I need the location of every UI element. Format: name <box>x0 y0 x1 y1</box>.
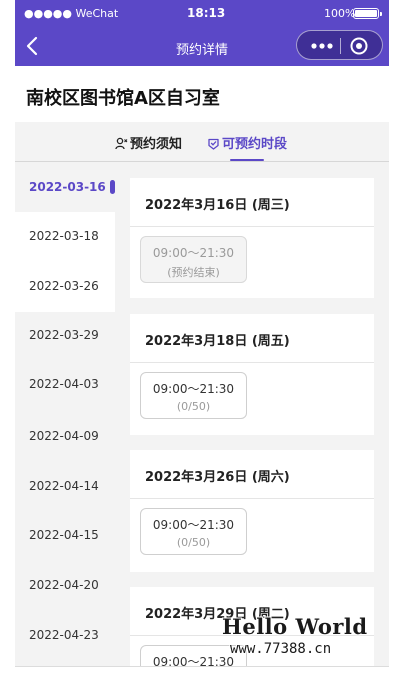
day-card: 2022年3月16日 (周三) 09:00～21:30 (预约结束) <box>130 178 374 298</box>
date-label: 2022-04-15 <box>29 528 99 542</box>
divider <box>130 226 374 227</box>
carrier-label: ●●●●● WeChat <box>24 7 119 20</box>
capsule-divider <box>340 38 341 54</box>
divider <box>130 498 374 499</box>
user-icon <box>115 137 128 150</box>
room-title: 南校区图书馆A区自习室 <box>26 88 220 109</box>
date-label: 2022-03-18 <box>29 229 99 243</box>
target-close-icon[interactable] <box>349 36 369 56</box>
date-item[interactable]: 2022-04-14 <box>15 468 115 504</box>
date-item[interactable]: 2022-04-20 <box>15 567 115 603</box>
date-label: 2022-03-16 <box>29 180 106 194</box>
slot-time: 09:00～21:30 <box>152 246 235 260</box>
slot-list: 2022年3月16日 (周三) 09:00～21:30 (预约结束) 2022年… <box>115 162 389 666</box>
time-slot[interactable]: 09:00～21:30 <box>140 645 247 666</box>
tab-notice-label: 预约须知 <box>130 137 183 152</box>
date-label: 2022-04-09 <box>29 429 99 443</box>
date-item[interactable]: 2022-04-03 <box>15 366 115 402</box>
date-sidebar: 2022-03-16 2022-03-18 2022-03-26 2022-03… <box>15 162 115 666</box>
date-label: 2022-04-20 <box>29 578 99 592</box>
date-item[interactable]: 2022-04-23 <box>15 617 115 653</box>
tab-bar: 预约须知 可预约时段 <box>15 122 389 162</box>
divider <box>130 635 374 636</box>
date-label: 2022-04-14 <box>29 479 99 493</box>
more-dots-icon[interactable] <box>309 40 335 52</box>
battery-icon <box>353 8 382 19</box>
date-item[interactable]: 2022-03-29 <box>15 317 115 353</box>
date-item[interactable]: 2022-04-15 <box>15 517 115 553</box>
app-header: ●●●●● WeChat 18:13 100% 预约详情 <box>15 0 389 66</box>
tab-slots[interactable]: 可预约时段 <box>207 133 287 152</box>
date-item[interactable]: 2022-03-18 <box>15 212 115 260</box>
slot-time: 09:00～21:30 <box>152 382 235 396</box>
day-card: 2022年3月26日 (周六) 09:00～21:30 (0/50) <box>130 450 374 572</box>
active-tab-indicator <box>230 159 264 161</box>
day-title: 2022年3月18日 (周五) <box>145 334 290 349</box>
slot-status: (预约结束) <box>167 266 220 279</box>
date-label: 2022-04-23 <box>29 628 99 642</box>
date-item[interactable]: 2022-03-26 <box>15 260 115 312</box>
date-item-active[interactable]: 2022-03-16 <box>15 169 115 205</box>
slot-time: 09:00～21:30 <box>152 655 235 666</box>
tab-notice[interactable]: 预约须知 <box>115 133 182 152</box>
day-title: 2022年3月29日 (周二) <box>145 607 290 622</box>
bottom-divider <box>15 666 389 667</box>
slot-capacity: (0/50) <box>176 400 211 413</box>
divider <box>130 362 374 363</box>
slot-time: 09:00～21:30 <box>152 518 235 532</box>
time-slot[interactable]: 09:00～21:30 (0/50) <box>140 508 247 555</box>
slot-capacity: (0/50) <box>176 536 211 549</box>
time-slot[interactable]: 09:00～21:30 (0/50) <box>140 372 247 419</box>
status-bar: ●●●●● WeChat 18:13 100% <box>15 0 389 26</box>
clock: 18:13 <box>187 6 226 20</box>
battery-percent: 100% <box>324 7 356 20</box>
date-label: 2022-04-03 <box>29 377 99 391</box>
day-title: 2022年3月16日 (周三) <box>145 198 290 213</box>
time-slot[interactable]: 09:00～21:30 (预约结束) <box>140 236 247 283</box>
date-item[interactable]: 2022-04-09 <box>15 418 115 454</box>
day-title: 2022年3月26日 (周六) <box>145 470 290 485</box>
date-label: 2022-03-26 <box>29 279 99 293</box>
day-card: 2022年3月29日 (周二) 09:00～21:30 <box>130 587 374 666</box>
tab-slots-label: 可预约时段 <box>222 137 288 152</box>
clock-badge-icon <box>208 138 219 150</box>
date-label: 2022-03-29 <box>29 328 99 342</box>
day-card: 2022年3月18日 (周五) 09:00～21:30 (0/50) <box>130 314 374 435</box>
mini-program-capsule <box>296 30 383 60</box>
